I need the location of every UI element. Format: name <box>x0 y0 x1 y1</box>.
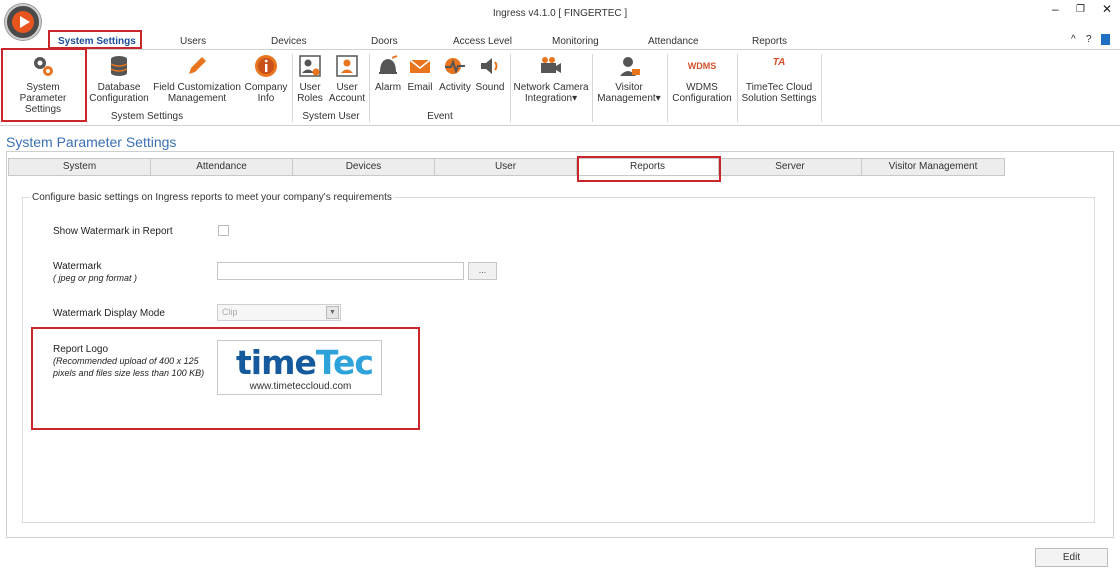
restore-button[interactable]: ❐ <box>1076 4 1085 15</box>
visitor-icon <box>620 57 640 76</box>
tab-visitor-management[interactable]: Visitor Management <box>861 158 1005 176</box>
activity-icon <box>445 58 465 74</box>
email-button[interactable]: Email <box>405 54 435 93</box>
user-roles-button[interactable]: User Roles <box>295 54 325 104</box>
field-customization-button[interactable]: Field Customization Management <box>152 54 242 104</box>
user-account-icon <box>336 55 358 77</box>
watermark-path-input[interactable] <box>217 262 464 280</box>
database-configuration-label: Database Configuration <box>89 82 149 104</box>
speaker-icon <box>481 58 498 74</box>
tab-system[interactable]: System <box>8 158 151 176</box>
highlight-report-logo <box>31 327 420 430</box>
browse-watermark-button[interactable]: ... <box>468 262 497 280</box>
menu-tab-devices[interactable]: Devices <box>271 36 307 47</box>
ribbon: System Parameter Settings Database Confi… <box>0 49 1120 126</box>
user-roles-icon <box>299 55 321 77</box>
activity-label: Activity <box>439 82 471 93</box>
info-icon <box>255 55 277 77</box>
ribbon-separator <box>592 54 593 122</box>
menu-tab-attendance[interactable]: Attendance <box>648 36 699 47</box>
wdms-icon: WDMS <box>687 61 717 71</box>
camera-icon <box>541 57 561 73</box>
sound-button[interactable]: Sound <box>474 54 506 93</box>
alarm-icon <box>379 55 398 74</box>
pencil-icon <box>189 57 206 74</box>
company-info-button[interactable]: Company Info <box>243 54 289 104</box>
user-account-label: User Account <box>328 82 366 104</box>
window-title: Ingress v4.1.0 [ FINGERTEC ] <box>492 8 628 19</box>
timetec-ta-icon: TA <box>772 57 786 68</box>
app-window: Ingress v4.1.0 [ FINGERTEC ] – ❐ ✕ Syste… <box>0 0 1120 576</box>
page-title: System Parameter Settings <box>6 134 177 150</box>
minimize-button[interactable]: – <box>1052 2 1059 16</box>
timetec-cloud-label: TimeTec Cloud Solution Settings <box>741 82 817 104</box>
menu-tab-monitoring[interactable]: Monitoring <box>552 36 599 47</box>
user-account-button[interactable]: User Account <box>327 54 367 104</box>
user-roles-label: User Roles <box>297 82 323 104</box>
watermark-label: Watermark <box>53 261 102 272</box>
highlight-system-parameter-button <box>1 48 87 122</box>
ribbon-separator <box>292 54 293 122</box>
alarm-button[interactable]: Alarm <box>372 54 404 93</box>
field-customization-label: Field Customization Management <box>153 82 241 104</box>
ribbon-separator <box>821 54 822 122</box>
wdms-configuration-label: WDMS Configuration <box>672 82 732 104</box>
wdms-configuration-button[interactable]: WDMS WDMS Configuration <box>669 54 735 104</box>
group-caption: Configure basic settings on Ingress repo… <box>30 192 394 203</box>
dropdown-arrow-icon: ▾ <box>655 93 661 104</box>
menu-tab-access-level[interactable]: Access Level <box>453 36 512 47</box>
tab-devices[interactable]: Devices <box>292 158 435 176</box>
dropdown-arrow-icon: ▾ <box>572 93 578 104</box>
group-label-event: Event <box>427 111 453 122</box>
visitor-management-button[interactable]: Visitor Management▾ <box>594 54 664 104</box>
ribbon-separator <box>510 54 511 122</box>
tab-server[interactable]: Server <box>718 158 862 176</box>
database-configuration-button[interactable]: Database Configuration <box>88 54 150 104</box>
visitor-management-label: Visitor Management <box>597 82 656 104</box>
timetec-cloud-button[interactable]: TA TimeTec Cloud Solution Settings <box>739 54 819 104</box>
group-label-system-user: System User <box>302 111 360 122</box>
network-camera-label: Network Camera Integration <box>513 82 589 104</box>
activity-button[interactable]: Activity <box>437 54 473 93</box>
database-icon <box>110 56 128 76</box>
highlight-system-settings-tab <box>48 30 142 49</box>
show-watermark-label: Show Watermark in Report <box>53 226 173 237</box>
ribbon-collapse-button[interactable]: ^ <box>1071 34 1076 45</box>
menu-tab-doors[interactable]: Doors <box>371 36 398 47</box>
office-icon[interactable] <box>1101 34 1110 45</box>
ribbon-separator <box>737 54 738 122</box>
tab-attendance[interactable]: Attendance <box>150 158 293 176</box>
display-mode-value: Clip <box>222 307 238 317</box>
ribbon-separator <box>667 54 668 122</box>
help-button[interactable]: ? <box>1086 34 1092 45</box>
sound-label: Sound <box>475 82 505 93</box>
email-label: Email <box>407 82 433 93</box>
close-button[interactable]: ✕ <box>1102 2 1112 16</box>
watermark-display-mode-label: Watermark Display Mode <box>53 308 165 319</box>
watermark-hint: ( jpeg or png format ) <box>53 273 138 283</box>
menu-tab-reports[interactable]: Reports <box>752 36 787 47</box>
company-info-label: Company Info <box>244 82 288 104</box>
edit-button[interactable]: Edit <box>1035 548 1108 567</box>
email-icon <box>409 59 431 73</box>
network-camera-button[interactable]: Network Camera Integration▾ <box>512 54 590 104</box>
highlight-reports-tab <box>577 156 721 182</box>
watermark-display-mode-select[interactable]: Clip ▼ <box>217 304 341 321</box>
alarm-label: Alarm <box>374 82 402 93</box>
chevron-down-icon: ▼ <box>326 306 339 319</box>
menu-tab-users[interactable]: Users <box>180 36 206 47</box>
tab-user[interactable]: User <box>434 158 577 176</box>
show-watermark-checkbox[interactable] <box>218 225 229 236</box>
